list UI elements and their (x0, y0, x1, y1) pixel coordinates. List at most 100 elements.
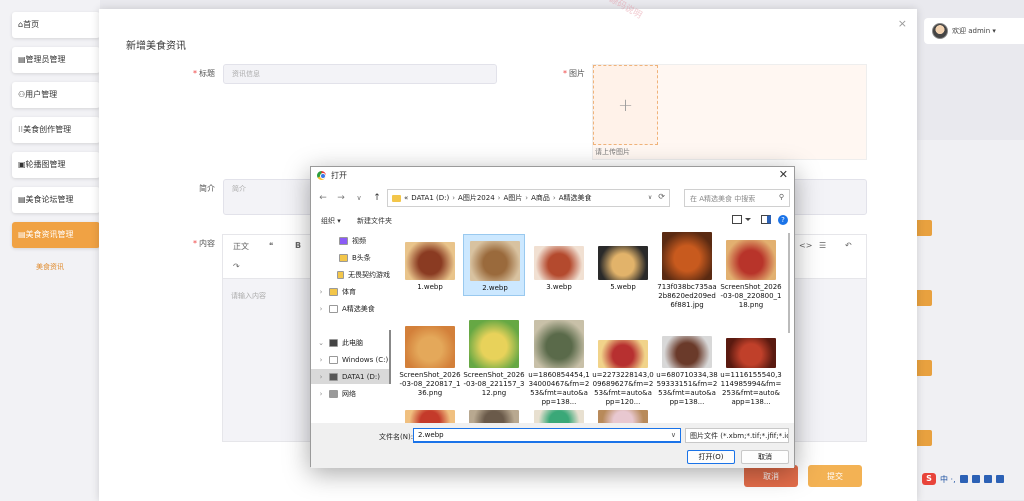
refresh-icon[interactable]: ∨ ⟳ (648, 192, 665, 201)
close-icon[interactable]: ✕ (779, 168, 788, 181)
system-tray: S 中 ·, (918, 471, 1024, 487)
tree-item[interactable]: › 体育 (311, 284, 390, 299)
breadcrumb-item[interactable]: A图片2024 (458, 193, 495, 203)
search-icon: ⚲ (778, 193, 784, 201)
help-icon[interactable]: ? (778, 215, 788, 225)
file-item[interactable]: 5.webp (592, 234, 654, 296)
file-item[interactable] (592, 410, 654, 423)
open-button[interactable]: 打开(O) (687, 450, 735, 464)
tree-item[interactable]: 视频 (311, 233, 390, 248)
file-item[interactable]: ScreenShot_2026-03-08_220800_118.png (720, 234, 782, 309)
tree-item[interactable]: B头条 (311, 250, 390, 265)
breadcrumb-overflow[interactable]: « (404, 194, 408, 202)
sidebar-subitem-news[interactable]: 美食资讯 (36, 262, 64, 272)
sidebar-item-forum[interactable]: ▤美食论坛管理 (12, 187, 100, 213)
search-input[interactable]: 在 A精选美食 中搜索 ⚲ (684, 189, 790, 207)
breadcrumb-item[interactable]: A商品 (531, 193, 550, 203)
address-bar[interactable]: « DATA1 (D:) › A图片2024 › A图片 › A商品 › A精选… (387, 189, 670, 207)
folder-icon (329, 355, 338, 364)
bold-icon[interactable]: B (295, 241, 301, 250)
file-open-dialog: 打开 ✕ ← → ∨ ↑ « DATA1 (D:) › A图片2024 › A图… (310, 166, 795, 468)
file-item[interactable]: ScreenShot_2026-03-08_221157_312.png (463, 320, 525, 397)
quote-icon[interactable]: ❝ (269, 241, 273, 250)
ime-logo-icon[interactable]: S (922, 473, 936, 485)
tree-item[interactable]: › Windows (C:) (311, 352, 390, 367)
file-item[interactable] (463, 410, 525, 423)
chevron-down-icon[interactable] (745, 218, 751, 221)
undo-icon[interactable]: ↶ (845, 241, 852, 250)
cancel-button[interactable]: 取消 (744, 465, 798, 487)
tree-scrollbar[interactable] (389, 330, 391, 384)
recent-locations-icon[interactable]: ∨ (352, 194, 366, 202)
file-name: u=1860854454,134000467&fm=253&fmt=auto&a… (528, 371, 590, 406)
chevron-right-icon[interactable]: ⌄ (317, 339, 325, 347)
organize-menu[interactable]: 组织 ▾ (321, 216, 341, 226)
file-item[interactable] (399, 410, 461, 423)
file-thumbnail (405, 242, 455, 280)
file-item[interactable]: u=2273228143,009689627&fm=253&fmt=auto&a… (592, 322, 654, 406)
breadcrumb-item[interactable]: DATA1 (D:) (411, 194, 449, 202)
filename-input[interactable]: 2.webp ∨ (413, 428, 681, 443)
user-menu[interactable]: 欢迎 admin ▾ (924, 18, 1024, 44)
file-item[interactable]: 3.webp (528, 234, 590, 296)
breadcrumb-separator: › (452, 194, 456, 202)
file-item[interactable]: 1.webp (399, 234, 461, 296)
submit-button[interactable]: 提交 (808, 465, 862, 487)
folder-icon (339, 253, 348, 262)
file-item[interactable]: u=680710334,3859333151&fm=253&fmt=auto&a… (656, 322, 718, 406)
tree-item[interactable]: › A精选美食 (311, 301, 390, 316)
forward-icon[interactable]: → (334, 193, 348, 203)
tree-item[interactable]: › DATA1 (D:) (311, 369, 390, 384)
chevron-right-icon[interactable]: › (317, 356, 325, 364)
tree-item[interactable]: ⌄ 此电脑 (311, 335, 390, 350)
sidebar-item-admin[interactable]: ▤管理员管理 (12, 47, 100, 73)
back-icon[interactable]: ← (316, 193, 330, 203)
sidebar-item-news[interactable]: ▤美食资讯管理 (12, 222, 100, 248)
chevron-right-icon[interactable]: › (317, 288, 325, 296)
breadcrumb-separator: › (525, 194, 529, 202)
code-icon[interactable]: <> (799, 241, 812, 250)
file-item[interactable]: 2.webp (463, 234, 525, 296)
close-icon[interactable]: × (898, 17, 907, 30)
file-item[interactable]: ScreenShot_2026-03-08_220817_136.png (399, 322, 461, 397)
tree-item-label: 体育 (342, 287, 356, 296)
preview-pane-icon[interactable] (761, 215, 771, 224)
folder-icon (339, 236, 348, 245)
up-folder-icon[interactable]: ↑ (370, 193, 384, 203)
mic-icon[interactable] (959, 475, 968, 483)
title-input[interactable]: 资讯信息 (223, 64, 497, 84)
chevron-down-icon[interactable]: ∨ (671, 431, 676, 439)
image-uploader[interactable]: + 请上传图片 (592, 64, 867, 160)
file-name: ScreenShot_2026-03-08_220817_136.png (399, 371, 461, 397)
paragraph-select[interactable]: 正文 (233, 241, 249, 252)
keyboard-icon[interactable] (971, 475, 980, 483)
file-item[interactable]: 713f038bc735aa2b8620ed209ed6f881.jpg (656, 232, 718, 309)
redo-icon[interactable]: ↷ (233, 262, 240, 271)
skin-icon[interactable] (983, 475, 992, 483)
file-dialog-navbar: ← → ∨ ↑ « DATA1 (D:) › A图片2024 › A图片 › A… (311, 187, 794, 209)
align-icon[interactable]: ☰ (819, 241, 826, 250)
toolbox-icon[interactable] (995, 475, 1004, 483)
sidebar-item-carousel[interactable]: ▣轮播图管理 (12, 152, 100, 178)
ime-status[interactable]: 中 ·, (940, 474, 956, 485)
chevron-right-icon[interactable]: › (317, 390, 325, 398)
chevron-right-icon[interactable]: › (317, 305, 325, 313)
tree-item-label: 无畏契约游戏 (348, 270, 390, 279)
sidebar-item-users[interactable]: ⚇用户管理 (12, 82, 100, 108)
tree-item[interactable]: 无畏契约游戏 (311, 267, 390, 282)
view-mode-icon[interactable] (732, 215, 742, 224)
breadcrumb-item[interactable]: A图片 (503, 193, 522, 203)
chevron-right-icon[interactable]: › (317, 373, 325, 381)
file-item[interactable]: u=1116155540,3114985994&fm=253&fmt=auto&… (720, 322, 782, 406)
new-folder-button[interactable]: 新建文件夹 (357, 216, 392, 226)
file-item[interactable]: u=1860854454,134000467&fm=253&fmt=auto&a… (528, 320, 590, 406)
breadcrumb-item[interactable]: A精选美食 (559, 193, 592, 203)
filetype-select[interactable]: 图片文件 (*.xbm;*.tif;*.jfif;*.ico (685, 428, 789, 443)
cancel-button[interactable]: 取消 (741, 450, 789, 464)
upload-plus-icon[interactable]: + (593, 65, 658, 145)
grid-scrollbar[interactable] (788, 233, 790, 333)
tree-item[interactable]: › 网络 (311, 386, 390, 401)
sidebar-item-creations[interactable]: ⁝⁝美食创作管理 (12, 117, 100, 143)
file-item[interactable] (528, 410, 590, 423)
sidebar-item-home[interactable]: ⌂首页 (12, 12, 100, 38)
